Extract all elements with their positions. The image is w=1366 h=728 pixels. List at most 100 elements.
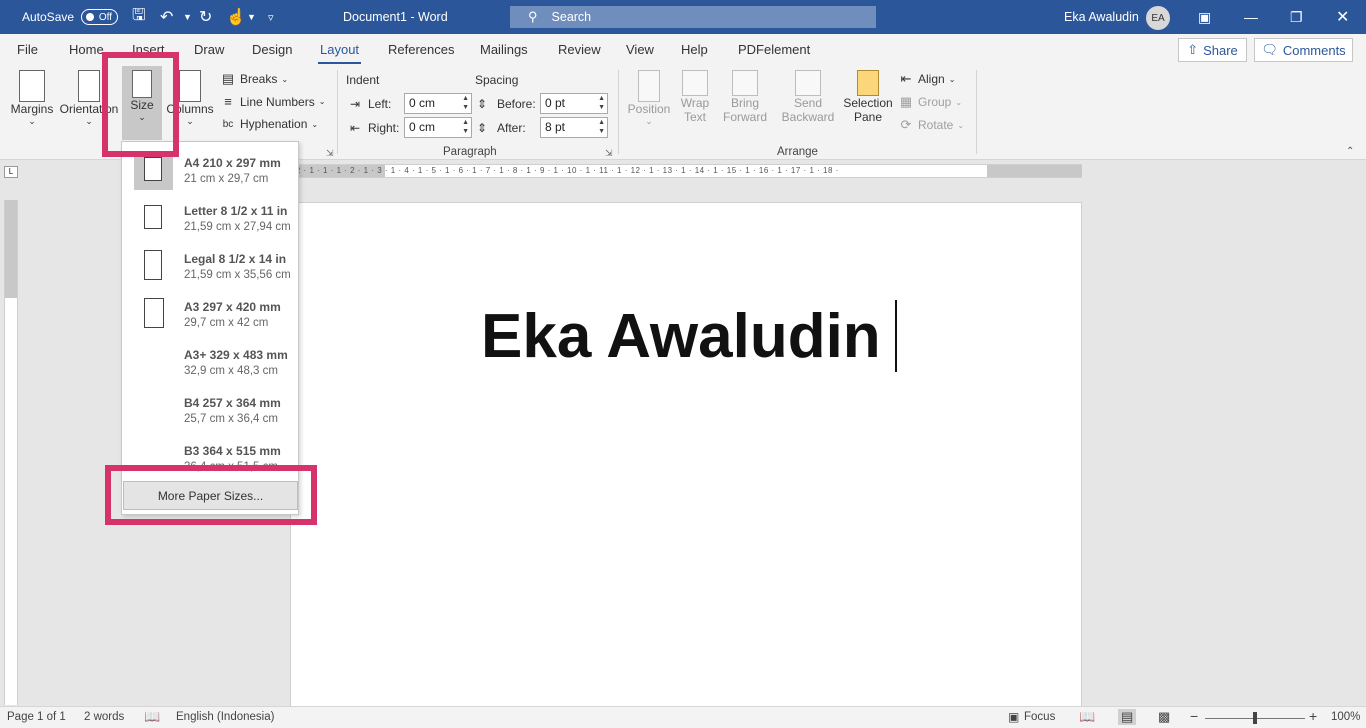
touch-dropdown-icon[interactable]: ▼	[247, 0, 256, 34]
restore-icon[interactable]: ❐	[1290, 0, 1303, 34]
paragraph-launcher-icon[interactable]: ⇲	[605, 148, 613, 159]
toggle-knob	[86, 13, 94, 21]
vertical-ruler[interactable]	[4, 200, 18, 705]
line-numbers-button[interactable]: ≡ Line Numbers ⌄	[220, 94, 325, 109]
spacing-before-value: 0 pt	[545, 96, 566, 110]
minimize-icon[interactable]: —	[1244, 0, 1258, 34]
undo-dropdown-icon[interactable]: ▼	[183, 0, 192, 34]
align-icon: ⇤	[900, 71, 912, 86]
send-backward-icon	[795, 70, 821, 96]
spinner-arrows-icon[interactable]: ▲ ▼	[462, 118, 469, 136]
tab-layout[interactable]: Layout	[317, 42, 362, 64]
comment-icon: 🗨	[1261, 42, 1278, 57]
paper-size-item-a3[interactable]: A3 297 x 420 mm 29,7 cm x 42 cm	[122, 290, 298, 338]
avatar[interactable]: EA	[1146, 6, 1170, 30]
zoom-slider-thumb[interactable]	[1253, 712, 1257, 724]
tab-pdfelement[interactable]: PDFelement	[738, 42, 810, 57]
tab-selector[interactable]: L	[4, 166, 18, 178]
redo-icon[interactable]: ↻	[199, 0, 212, 34]
wrap-text-icon	[682, 70, 708, 96]
language-status[interactable]: English (Indonesia)	[176, 711, 274, 723]
hyphenation-icon: bc	[222, 118, 234, 130]
group-icon: ▦	[899, 94, 913, 109]
ribbon-display-options-icon[interactable]: ▣	[1198, 0, 1211, 34]
chevron-down-icon: ⌄	[948, 74, 956, 84]
autosave-toggle[interactable]: Off	[81, 9, 118, 25]
horizontal-ruler[interactable]: · 2 · 1 · 1 · 1 · 2 · 1 · 3 · 1 · 4 · 1 …	[290, 164, 1082, 178]
page-setup-launcher-icon[interactable]: ⇲	[326, 148, 334, 159]
focus-button[interactable]: Focus	[1024, 711, 1055, 723]
tab-view[interactable]: View	[626, 42, 654, 57]
comments-button[interactable]: 🗨 Comments	[1254, 38, 1353, 62]
share-label: Share	[1203, 42, 1238, 58]
spinner-arrows-icon[interactable]: ▲ ▼	[598, 118, 605, 136]
indent-right-label: Right:	[368, 121, 400, 135]
search-placeholder: Search	[551, 10, 592, 24]
align-button[interactable]: ⇤ Align ⌄	[898, 71, 956, 87]
tab-design[interactable]: Design	[252, 42, 292, 57]
spacing-before-field[interactable]: 0 pt ▲ ▼	[540, 93, 608, 114]
web-layout-icon[interactable]: ▩	[1158, 709, 1170, 725]
wrap-text-button[interactable]: Wrap Text	[676, 70, 714, 124]
spacing-before-icon: ⇕	[477, 97, 488, 111]
undo-icon[interactable]: ↶	[160, 0, 173, 34]
group-separator	[337, 70, 338, 154]
tab-draw[interactable]: Draw	[194, 42, 224, 57]
breaks-label: Breaks	[240, 72, 278, 86]
bring-forward-button[interactable]: Bring Forward	[716, 70, 774, 124]
paper-size-name: B4 257 x 364 mm	[184, 396, 281, 410]
page-icon	[144, 250, 162, 280]
spinner-arrows-icon[interactable]: ▲ ▼	[598, 94, 605, 112]
paper-size-item-legal[interactable]: Legal 8 1/2 x 14 in 21,59 cm x 35,56 cm	[122, 242, 298, 290]
touch-mode-icon[interactable]: ☝	[226, 0, 246, 34]
position-button[interactable]: Position ⌄	[626, 70, 672, 126]
tab-file[interactable]: File	[17, 42, 38, 57]
margins-button[interactable]: Margins ⌄	[8, 70, 56, 126]
zoom-level[interactable]: 100%	[1331, 711, 1360, 723]
tab-mailings[interactable]: Mailings	[480, 42, 528, 57]
proofing-icon[interactable]: 📖	[144, 709, 160, 725]
customize-qat-icon[interactable]: ▿	[268, 0, 274, 34]
breaks-button[interactable]: ▤ Breaks ⌄	[220, 71, 288, 87]
rotate-button[interactable]: ⟳ Rotate ⌄	[898, 117, 965, 133]
paper-size-item-a3plus[interactable]: A3+ 329 x 483 mm 32,9 cm x 48,3 cm	[122, 338, 298, 386]
tab-review[interactable]: Review	[558, 42, 601, 57]
save-icon[interactable]: 🖫	[132, 0, 146, 34]
bring-forward-label-2: Forward	[722, 110, 767, 124]
spinner-arrows-icon[interactable]: ▲ ▼	[462, 94, 469, 112]
word-count[interactable]: 2 words	[84, 711, 124, 723]
share-button[interactable]: ⇧ Share	[1178, 38, 1247, 62]
tab-references[interactable]: References	[388, 42, 454, 57]
tab-help[interactable]: Help	[681, 42, 708, 57]
page-count[interactable]: Page 1 of 1	[7, 711, 66, 723]
autosave-state: Off	[98, 11, 112, 23]
paper-size-item-letter[interactable]: Letter 8 1/2 x 11 in 21,59 cm x 27,94 cm	[122, 194, 298, 242]
autosave-label: AutoSave	[22, 10, 75, 24]
indent-left-field[interactable]: 0 cm ▲ ▼	[404, 93, 472, 114]
zoom-out-icon[interactable]: −	[1190, 708, 1198, 724]
collapse-ribbon-icon[interactable]: ⌃	[1346, 146, 1354, 157]
document-page[interactable]: Eka Awaludin	[290, 202, 1082, 710]
paper-size-item-b4[interactable]: B4 257 x 364 mm 25,7 cm x 36,4 cm	[122, 386, 298, 434]
hyphenation-button[interactable]: bc Hyphenation ⌄	[220, 117, 318, 131]
print-layout-icon[interactable]: ▤	[1118, 709, 1137, 725]
user-name[interactable]: Eka Awaludin	[1064, 0, 1139, 34]
send-backward-button[interactable]: Send Backward	[776, 70, 840, 124]
indent-right-field[interactable]: 0 cm ▲ ▼	[404, 117, 472, 138]
page-icon-wrap	[134, 200, 173, 238]
read-mode-icon[interactable]: 📖	[1079, 709, 1095, 725]
indent-right-icon: ⇤	[350, 121, 361, 135]
selection-pane-button[interactable]: Selection Pane	[842, 70, 894, 124]
align-label: Align	[918, 72, 945, 86]
spacing-after-field[interactable]: 8 pt ▲ ▼	[540, 117, 608, 138]
tab-home[interactable]: Home	[69, 42, 104, 57]
close-icon[interactable]: ✕	[1336, 0, 1349, 34]
size-highlight-box	[102, 52, 179, 157]
zoom-in-icon[interactable]: +	[1309, 708, 1317, 724]
group-button[interactable]: ▦ Group ⌄	[898, 94, 962, 110]
page-icon	[144, 298, 164, 328]
search-box[interactable]: ⚲ Search	[510, 6, 876, 28]
document-text[interactable]: Eka Awaludin	[481, 301, 881, 372]
paper-size-dims: 25,7 cm x 36,4 cm	[184, 413, 278, 425]
paper-size-menu: A4 210 x 297 mm 21 cm x 29,7 cm Letter 8…	[121, 141, 299, 515]
